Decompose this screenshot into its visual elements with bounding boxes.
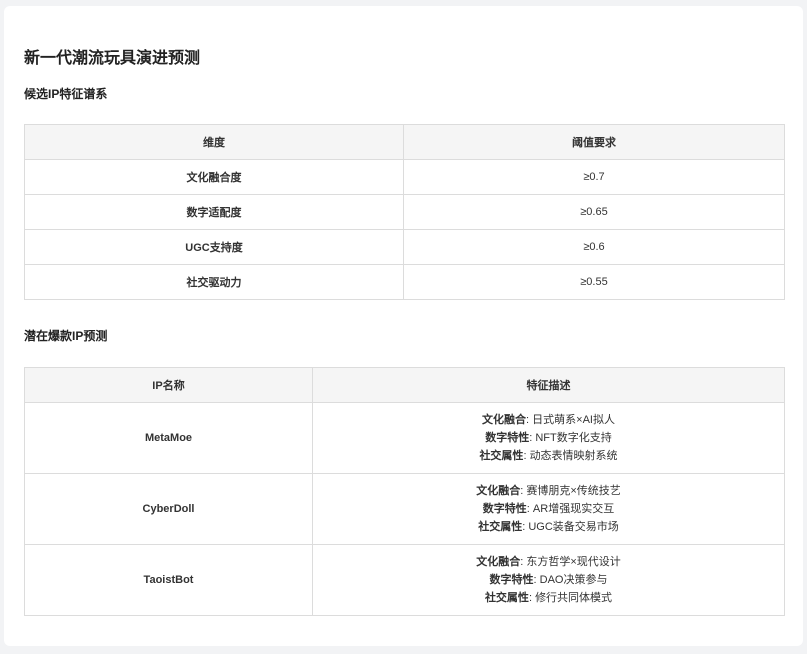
table-row: 社交驱动力 ≥0.55 [24, 264, 785, 300]
column-header-ip-name: IP名称 [24, 367, 313, 403]
ip-name-cell: TaoistBot [24, 544, 313, 616]
feature-key: 社交属性 [479, 450, 524, 462]
feature-line: 社交属性: 修行共同体模式 [313, 589, 784, 607]
ip-name-cell: MetaMoe [24, 402, 313, 474]
threshold-cell: ≥0.65 [403, 194, 785, 230]
dimension-cell: 文化融合度 [24, 159, 404, 195]
feature-value: 东方哲学×现代设计 [526, 556, 621, 568]
feature-key: 数字特性 [485, 432, 530, 444]
column-header-threshold: 阈值要求 [403, 124, 785, 160]
feature-value: UGC装备交易市场 [528, 521, 619, 533]
table-row: CyberDoll 文化融合: 赛博朋克×传统技艺 数字特性: AR增强现实交互… [24, 473, 785, 545]
table-row: MetaMoe 文化融合: 日式萌系×AI拟人 数字特性: NFT数字化支持 社… [24, 402, 785, 474]
section-title-ip-spectrum: 候选IP特征谱系 [24, 87, 108, 101]
feature-cell: 文化融合: 日式萌系×AI拟人 数字特性: NFT数字化支持 社交属性: 动态表… [312, 402, 785, 474]
feature-key: 文化融合 [476, 556, 521, 568]
feature-value: 赛博朋克×传统技艺 [526, 485, 621, 497]
feature-line: 文化融合: 赛博朋克×传统技艺 [313, 482, 784, 500]
feature-line: 文化融合: 东方哲学×现代设计 [313, 553, 784, 571]
dimension-cell: UGC支持度 [24, 229, 404, 265]
feature-value: DAO决策参与 [539, 574, 608, 586]
dimension-cell: 数字适配度 [24, 194, 404, 230]
feature-value: AR增强现实交互 [532, 503, 615, 515]
threshold-cell: ≥0.7 [403, 159, 785, 195]
table-header-row: IP名称 特征描述 [24, 367, 785, 403]
feature-line: 数字特性: NFT数字化支持 [313, 429, 784, 447]
feature-key: 数字特性 [482, 503, 527, 515]
feature-value: 修行共同体模式 [535, 592, 613, 604]
feature-value: 日式萌系×AI拟人 [532, 414, 615, 426]
feature-value: 动态表情映射系统 [529, 450, 618, 462]
feature-line: 社交属性: UGC装备交易市场 [313, 518, 784, 536]
table-row: UGC支持度 ≥0.6 [24, 229, 785, 265]
ip-threshold-table: 维度 阈值要求 文化融合度 ≥0.7 数字适配度 ≥0.65 UGC支持度 ≥0… [24, 124, 785, 300]
page-title: 新一代潮流玩具演进预测 [24, 50, 201, 67]
feature-key: 社交属性 [484, 592, 529, 604]
feature-value: NFT数字化支持 [535, 432, 612, 444]
feature-line: 社交属性: 动态表情映射系统 [313, 447, 784, 465]
ip-name-cell: CyberDoll [24, 473, 313, 545]
feature-line: 数字特性: DAO决策参与 [313, 571, 784, 589]
table-row: 文化融合度 ≥0.7 [24, 159, 785, 195]
feature-line: 文化融合: 日式萌系×AI拟人 [313, 411, 784, 429]
feature-key: 数字特性 [489, 574, 534, 586]
feature-cell: 文化融合: 赛博朋克×传统技艺 数字特性: AR增强现实交互 社交属性: UGC… [312, 473, 785, 545]
feature-key: 文化融合 [476, 485, 521, 497]
ip-prediction-table: IP名称 特征描述 MetaMoe 文化融合: 日式萌系×AI拟人 数字特性: … [24, 367, 785, 616]
threshold-cell: ≥0.6 [403, 229, 785, 265]
feature-key: 社交属性 [478, 521, 523, 533]
table-row: 数字适配度 ≥0.65 [24, 194, 785, 230]
feature-line: 数字特性: AR增强现实交互 [313, 500, 784, 518]
dimension-cell: 社交驱动力 [24, 264, 404, 300]
table-row: TaoistBot 文化融合: 东方哲学×现代设计 数字特性: DAO决策参与 … [24, 544, 785, 616]
feature-cell: 文化融合: 东方哲学×现代设计 数字特性: DAO决策参与 社交属性: 修行共同… [312, 544, 785, 616]
threshold-cell: ≥0.55 [403, 264, 785, 300]
column-header-features: 特征描述 [312, 367, 785, 403]
section-title-ip-prediction: 潜在爆款IP预测 [24, 329, 108, 343]
table-header-row: 维度 阈值要求 [24, 124, 785, 160]
feature-key: 文化融合 [482, 414, 527, 426]
content-card: 新一代潮流玩具演进预测 候选IP特征谱系 维度 阈值要求 文化融合度 ≥0.7 … [4, 6, 803, 646]
column-header-dimension: 维度 [24, 124, 404, 160]
